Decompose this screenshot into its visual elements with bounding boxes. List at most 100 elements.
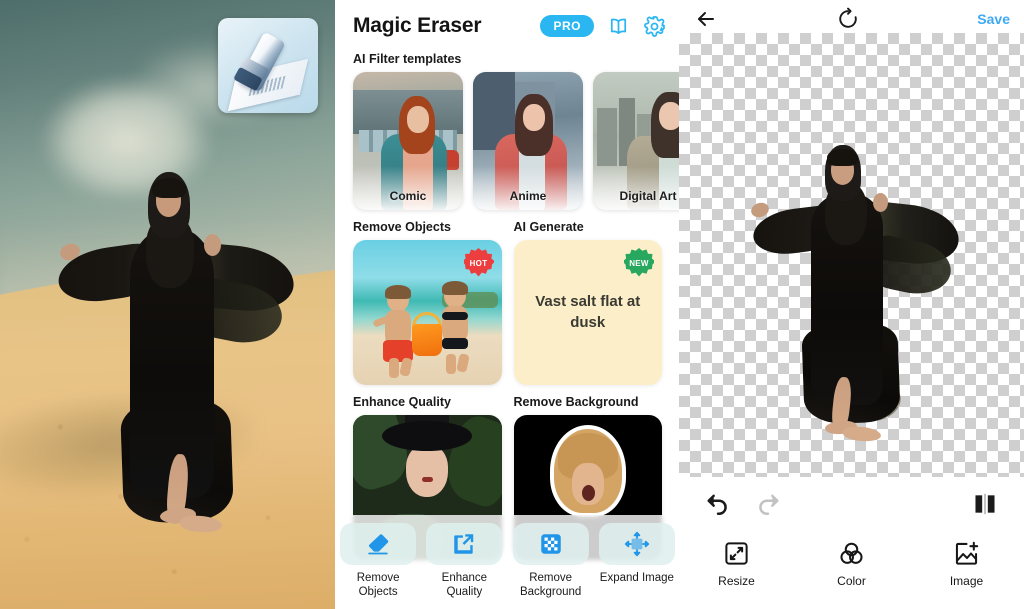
- tool-remove-objects-icon-bg: [340, 523, 417, 565]
- section-label-ai-filter-templates: AI Filter templates: [353, 52, 462, 66]
- tool-remove-objects[interactable]: Remove Objects: [335, 523, 421, 600]
- editor-canvas-area[interactable]: [679, 33, 1024, 477]
- tool-remove-background[interactable]: Remove Background: [508, 523, 594, 600]
- gear-icon[interactable]: [643, 15, 666, 38]
- expand-image-icon: [624, 531, 650, 557]
- compare-split-icon[interactable]: [972, 491, 998, 517]
- history-bar: [679, 483, 1024, 525]
- reset-rotate-icon[interactable]: [836, 7, 860, 31]
- remove-objects-card[interactable]: HOT: [353, 240, 502, 385]
- hot-badge: HOT: [463, 248, 494, 277]
- app-header: Magic Eraser PRO: [335, 0, 680, 44]
- tool-expand-image[interactable]: Expand Image: [594, 523, 680, 585]
- digitalart-skyline-1: [597, 108, 617, 166]
- template-label-comic: Comic: [389, 189, 427, 203]
- redo-icon[interactable]: [755, 491, 781, 517]
- tool-enhance-quality-label: Enhance Quality: [442, 571, 487, 600]
- tool-label-line1: Expand Image: [599, 572, 674, 584]
- tool-label-line1: Remove: [356, 572, 400, 584]
- ai-generate-prompt: Vast salt flat at dusk: [535, 293, 641, 331]
- resize-icon: [723, 540, 750, 567]
- eq-woman-face: [406, 445, 449, 497]
- tool-enhance-quality[interactable]: Enhance Quality: [421, 523, 507, 600]
- rb-mouth: [581, 485, 595, 501]
- tool-remove-objects-label: Remove Objects: [357, 571, 400, 600]
- header-actions: PRO: [540, 15, 666, 38]
- new-badge: NEW: [624, 248, 654, 277]
- template-card-comic[interactable]: Comic: [353, 72, 463, 210]
- child-right-leg-2: [455, 353, 470, 373]
- book-icon[interactable]: [607, 15, 630, 38]
- section-label-enhance-quality: Enhance Quality: [353, 395, 451, 409]
- tool-image[interactable]: Image: [909, 540, 1024, 588]
- child-left-leg-2: [399, 357, 413, 377]
- app-screenshot: Magic Eraser PRO AI Filter templates Com…: [0, 0, 1024, 609]
- editor-tool-bar: Resize Color Image: [679, 540, 1024, 608]
- woman-figure: [54, 172, 297, 534]
- feature-row-1: Remove Objects HOT AI Generate Vast salt…: [335, 210, 680, 385]
- section-label-ai-generate: AI Generate: [513, 220, 584, 234]
- tool-color-label: Color: [837, 574, 866, 588]
- template-label-digital-art: Digital Art: [619, 189, 677, 203]
- child-right-leg-1: [445, 354, 456, 374]
- magic-eraser-home-panel: Magic Eraser PRO AI Filter templates Com…: [335, 0, 680, 609]
- comic-label-fade: [353, 166, 463, 210]
- remove-objects-column: Remove Objects HOT: [353, 210, 502, 385]
- ai-filter-template-row[interactable]: Comic Anime Digital Art: [335, 72, 680, 210]
- digitalart-label-fade: [593, 166, 680, 210]
- tool-resize-label: Resize: [718, 574, 755, 588]
- source-photo-panel: [0, 0, 335, 609]
- cutout-hand-right: [873, 193, 888, 212]
- tool-remove-background-icon-bg: [512, 523, 589, 565]
- tool-resize[interactable]: Resize: [679, 540, 794, 588]
- child-right-bikini-bottom: [441, 338, 468, 349]
- color-icon: [838, 540, 865, 567]
- cutout-hair-fringe: [827, 149, 858, 166]
- tool-remove-background-label: Remove Background: [520, 571, 581, 600]
- cutout-woman-figure[interactable]: [749, 145, 962, 443]
- template-label-anime: Anime: [509, 189, 547, 203]
- page-title: Magic Eraser: [353, 14, 482, 37]
- tool-label-line2: Objects: [358, 586, 398, 599]
- hand-right: [204, 234, 221, 256]
- template-card-digital-art[interactable]: Digital Art: [593, 72, 680, 210]
- eq-woman-lips: [422, 477, 434, 482]
- template-card-anime[interactable]: Anime: [473, 72, 583, 210]
- tool-label-line2: Background: [519, 586, 582, 599]
- tool-expand-image-icon-bg: [598, 523, 675, 565]
- tool-color[interactable]: Color: [794, 540, 909, 588]
- section-label-remove-objects: Remove Objects: [353, 220, 451, 234]
- remove-background-icon: [538, 531, 564, 557]
- eq-hat-brim: [382, 421, 473, 451]
- child-left-hair: [385, 285, 411, 299]
- add-image-icon: [953, 540, 980, 567]
- bottom-tool-overlay: Remove Objects Enhance Quality Remove Ba…: [335, 515, 680, 609]
- pro-button[interactable]: PRO: [540, 15, 594, 37]
- undo-icon[interactable]: [705, 491, 731, 517]
- tool-label-line1: Remove: [529, 572, 573, 584]
- tool-expand-image-label: Expand Image: [600, 571, 674, 585]
- save-button[interactable]: Save: [977, 11, 1010, 27]
- anime-face: [523, 104, 545, 131]
- child-right-hair: [441, 281, 468, 295]
- foot-front: [179, 514, 223, 534]
- tool-label-line2: Quality: [446, 586, 483, 599]
- hair-fringe: [152, 178, 186, 198]
- ai-generate-card[interactable]: Vast salt flat at dusk NEW: [513, 240, 662, 385]
- child-right-bikini-top: [441, 312, 468, 320]
- tool-enhance-quality-icon-bg: [426, 523, 503, 565]
- back-arrow-icon[interactable]: [694, 7, 718, 31]
- tool-image-label: Image: [949, 574, 984, 588]
- comic-face: [407, 106, 429, 133]
- eraser-icon: [365, 531, 391, 557]
- anime-label-fade: [473, 166, 583, 210]
- enhance-icon: [451, 531, 477, 557]
- ai-generate-column: AI Generate Vast salt flat at dusk NEW: [513, 210, 662, 385]
- rb-cutout: [553, 429, 622, 513]
- digitalart-face: [659, 102, 680, 130]
- tool-label-line1: Enhance: [441, 572, 488, 584]
- child-left-leg-1: [389, 358, 399, 378]
- beach-bucket: [412, 324, 443, 356]
- section-label-remove-background: Remove Background: [513, 395, 639, 409]
- magic-eraser-app-icon: [218, 18, 318, 113]
